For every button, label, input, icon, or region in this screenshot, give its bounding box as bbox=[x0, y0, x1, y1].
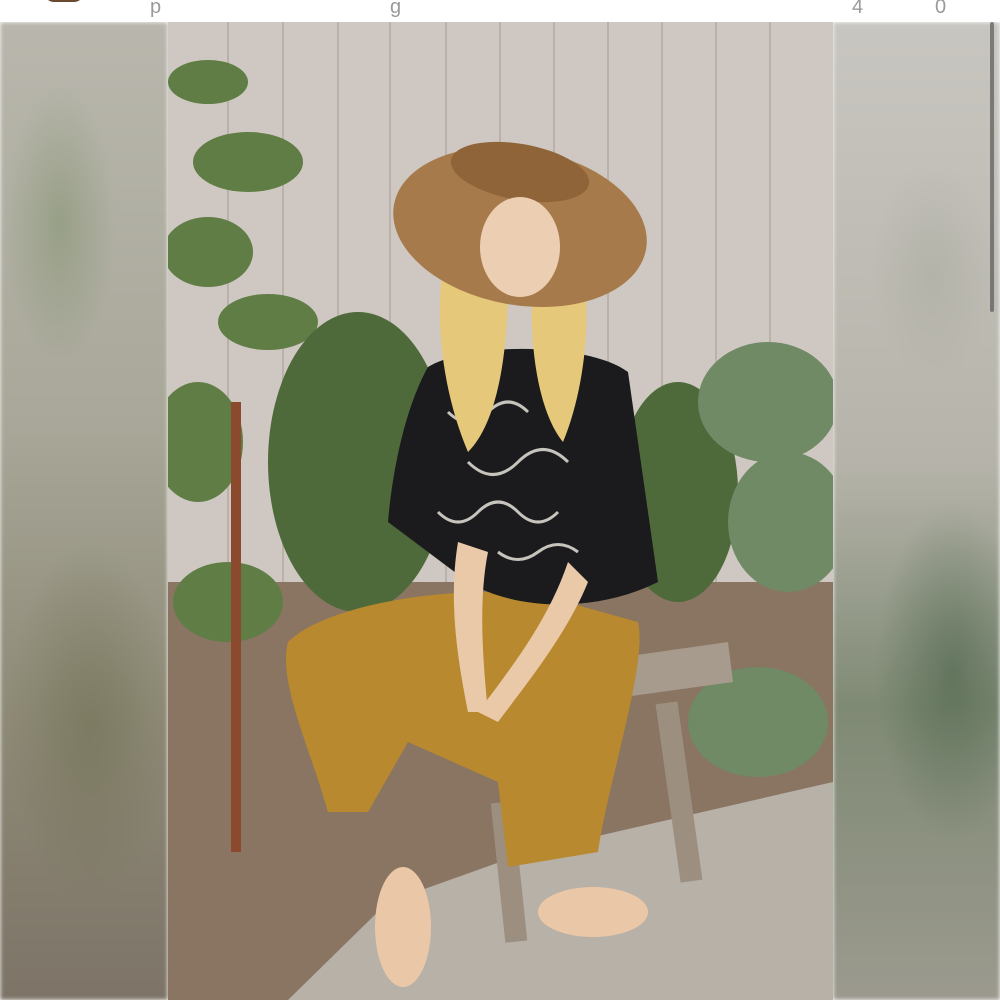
top-bar: p g 4 0 bbox=[0, 0, 1000, 22]
scrollbar[interactable] bbox=[990, 22, 994, 312]
blurred-background-left bbox=[0, 22, 168, 1000]
top-bar-text-clipped: p bbox=[150, 0, 162, 18]
post-image-frame bbox=[0, 22, 1000, 1000]
post-photo[interactable] bbox=[168, 22, 833, 1000]
avatar[interactable] bbox=[44, 0, 84, 2]
top-bar-count: 4 bbox=[852, 0, 864, 18]
photo-illustration bbox=[168, 22, 833, 1000]
blurred-background-right bbox=[833, 22, 1000, 1000]
top-bar-text-clipped: g bbox=[390, 0, 402, 18]
top-bar-count: 0 bbox=[935, 0, 947, 18]
